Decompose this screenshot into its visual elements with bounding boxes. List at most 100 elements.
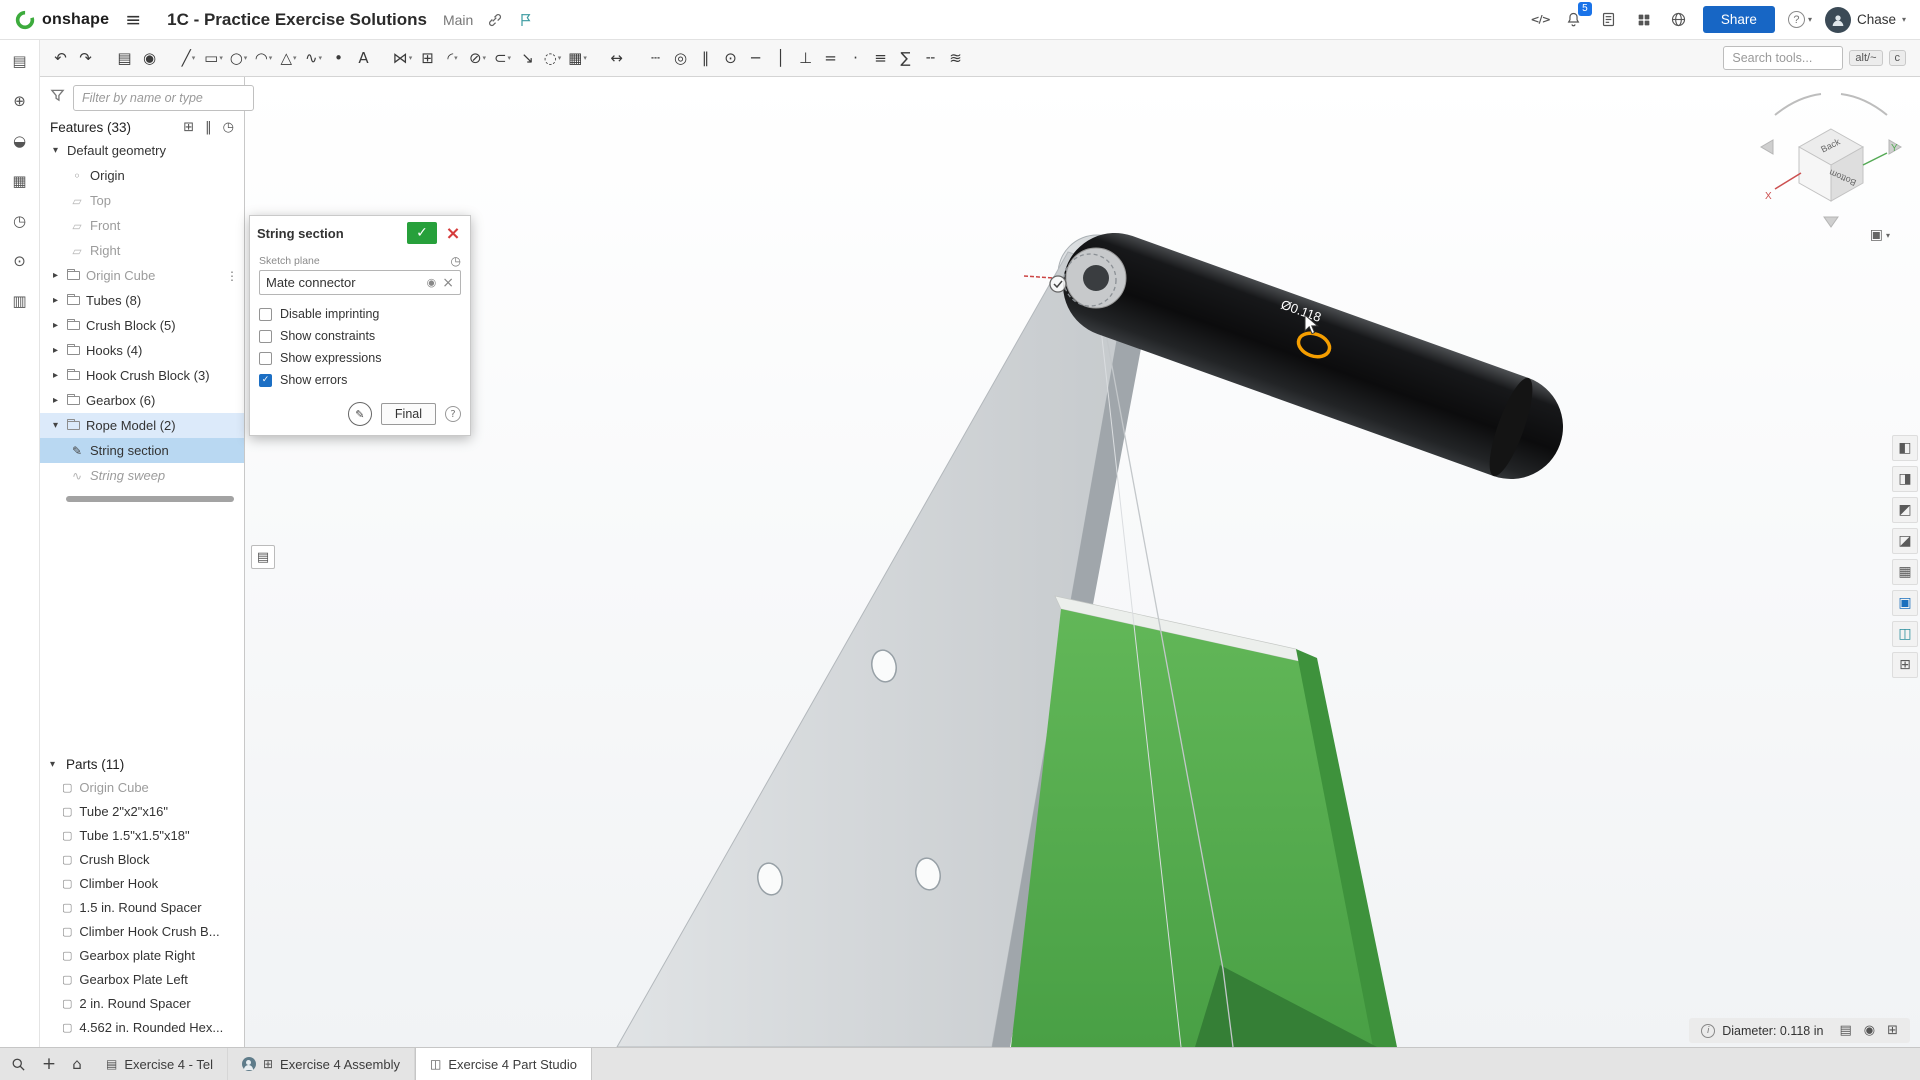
user-menu[interactable]: Chase ▾ (1825, 9, 1906, 31)
part-row-tube-2x2x16[interactable]: ▢Tube 2"x2"x16" (40, 799, 244, 823)
chevron-right-icon[interactable]: ▸ (50, 345, 61, 356)
tool-linear-pattern-button[interactable]: ⊞ (415, 43, 440, 73)
rotate-left-arrow[interactable] (1775, 94, 1821, 115)
part-green-block[interactable] (1011, 596, 1397, 1047)
checkbox-show-errors[interactable]: ✓Show errors (259, 369, 461, 391)
commit-button[interactable]: ✓ (407, 222, 437, 244)
display-panel-button[interactable]: ◪ (1892, 528, 1918, 554)
tool-arc-button[interactable]: ◠▾ (251, 43, 276, 73)
featurescript-icon[interactable]: </> (1530, 13, 1549, 26)
feature-row-tubes-folder[interactable]: ▸Tubes (8) (40, 288, 244, 313)
versions-icon[interactable]: ◷ (6, 208, 34, 234)
tool-rectangle-button[interactable]: ▭▾ (201, 43, 226, 73)
notifications-bell-icon[interactable]: 5 (1563, 9, 1585, 31)
feature-row-origin-cube-folder[interactable]: ▸Origin Cube⋮ (40, 263, 244, 288)
feature-row-origin[interactable]: ◦Origin (40, 163, 244, 188)
checkbox-box[interactable] (259, 352, 272, 365)
part-row-round-spacer-15[interactable]: ▢1.5 in. Round Spacer (40, 895, 244, 919)
home-tab-button[interactable]: ⌂ (62, 1055, 92, 1073)
part-row-gearbox-plate-left[interactable]: ▢Gearbox Plate Left (40, 967, 244, 991)
redo-button[interactable]: ↷ (73, 43, 98, 73)
feature-row-crush-block-folder[interactable]: ▸Crush Block (5) (40, 313, 244, 338)
pennant-icon[interactable] (515, 9, 537, 31)
appearance-panel-button[interactable]: ◩ (1892, 497, 1918, 523)
sketch-plane-field[interactable]: Mate connector ◉ × (259, 270, 461, 295)
part-row-tube-15x15x18[interactable]: ▢Tube 1.5"x1.5"x18" (40, 823, 244, 847)
view-cube-arrow-left[interactable] (1761, 140, 1773, 154)
tool-parallel-button[interactable]: ∥ (693, 43, 718, 73)
clock-icon[interactable]: ◷ (451, 254, 461, 268)
feature-row-hook-crush-block-folder[interactable]: ▸Hook Crush Block (3) (40, 363, 244, 388)
rollback-to-end-icon[interactable]: ‖ (205, 120, 212, 135)
chevron-right-icon[interactable]: ▸ (50, 320, 61, 331)
tab-search-button[interactable] (0, 1048, 36, 1080)
rotate-right-arrow[interactable] (1841, 94, 1887, 115)
tool-midpoint-button[interactable]: · (843, 43, 868, 73)
section-panel-button[interactable]: ◨ (1892, 466, 1918, 492)
tool-tangent-button[interactable]: ⊙ (718, 43, 743, 73)
tool-offset-button[interactable]: ⊂▾ (490, 43, 515, 73)
new-tab-button[interactable]: + (36, 1054, 62, 1074)
context-menu-icon[interactable]: ⋮ (226, 269, 238, 283)
feature-row-top-plane[interactable]: ▱Top (40, 188, 244, 213)
comments-icon[interactable]: ◒ (6, 128, 34, 154)
chevron-down-icon[interactable]: ▾ (50, 759, 62, 770)
tool-mirror-button[interactable]: ⋈▾ (390, 43, 415, 73)
tool-construction-button[interactable]: ┄ (643, 43, 668, 73)
tool-formula-button[interactable]: ∑ (893, 43, 918, 73)
tool-linestyle-button[interactable]: ╌ (918, 43, 943, 73)
tool-circular-pattern-button[interactable]: ◌▾ (540, 43, 565, 73)
tool-line-button[interactable]: ╱▾ (176, 43, 201, 73)
rollback-bar[interactable] (66, 496, 234, 502)
undo-button[interactable]: ↶ (48, 43, 73, 73)
view-cube[interactable]: Back Bottom X Y (1761, 94, 1901, 227)
tool-concentric-button[interactable]: ◎ (668, 43, 693, 73)
feature-row-right-plane[interactable]: ▱Right (40, 238, 244, 263)
filter-funnel-icon[interactable] (50, 88, 65, 108)
tool-perpendicular-button[interactable]: ⊥ (793, 43, 818, 73)
app-blue-button[interactable]: ▣ (1892, 590, 1918, 616)
measure-settings-icon[interactable]: ▤ (1839, 1023, 1851, 1038)
tool-curvature-button[interactable]: ≋ (943, 43, 968, 73)
link-icon[interactable] (483, 9, 505, 31)
part-row-gearbox-plate-right[interactable]: ▢Gearbox plate Right (40, 943, 244, 967)
part-row-climber-hook[interactable]: ▢Climber Hook (40, 871, 244, 895)
chevron-right-icon[interactable]: ▸ (50, 370, 61, 381)
checkbox-box[interactable]: ✓ (259, 374, 272, 387)
chevron-right-icon[interactable]: ▸ (50, 395, 61, 406)
tool-fillet-button[interactable]: ◜▾ (440, 43, 465, 73)
workspace-label[interactable]: Main (443, 12, 473, 28)
chevron-down-icon[interactable]: ▾ (50, 420, 61, 431)
panels-icon[interactable]: ▤ (6, 48, 34, 74)
tool-horizontal-button[interactable]: ─ (743, 43, 768, 73)
tool-polygon-button[interactable]: △▾ (276, 43, 301, 73)
feature-row-front-plane[interactable]: ▱Front (40, 213, 244, 238)
feature-row-gearbox-folder[interactable]: ▸Gearbox (6) (40, 388, 244, 413)
sketch-mode-button[interactable]: ✎ (348, 402, 372, 426)
cancel-button[interactable]: × (443, 222, 463, 244)
feature-row-string-sweep[interactable]: ∿String sweep (40, 463, 244, 488)
help-button[interactable]: ? ▾ (1788, 9, 1812, 31)
mate-connector-icon[interactable]: ◉ (427, 276, 437, 289)
view-settings-button[interactable]: ▣ ▾ (1870, 227, 1890, 243)
checkbox-show-expressions[interactable]: Show expressions (259, 347, 461, 369)
chevron-right-icon[interactable]: ▸ (50, 270, 61, 281)
insert-icon[interactable]: ⊕ (6, 88, 34, 114)
tool-table-button[interactable]: ▦▾ (565, 43, 590, 73)
feature-row-rope-model-folder[interactable]: ▾Rope Model (2) (40, 413, 244, 438)
grid-settings-icon[interactable]: ⊞ (1887, 1023, 1898, 1038)
feature-row-string-section[interactable]: ✎String section (40, 438, 244, 463)
share-button[interactable]: Share (1703, 6, 1775, 33)
tool-text-button[interactable]: A (351, 43, 376, 73)
feature-history-icon[interactable]: ◷ (223, 120, 234, 135)
final-button[interactable]: Final (381, 403, 436, 425)
tool-dimension-button[interactable]: ↔ (604, 43, 629, 73)
part-row-rounded-hex[interactable]: ▢4.562 in. Rounded Hex... (40, 1015, 244, 1039)
part-row-round-spacer-2[interactable]: ▢2 in. Round Spacer (40, 991, 244, 1015)
views-panel-button[interactable]: ◧ (1892, 435, 1918, 461)
app-teal-button[interactable]: ◫ (1892, 621, 1918, 647)
app-grid-icon[interactable] (1633, 9, 1655, 31)
tool-appearance-button[interactable]: ◉ (137, 43, 162, 73)
clear-selection-icon[interactable]: × (442, 275, 454, 291)
bom-panel-button[interactable]: ▦ (1892, 559, 1918, 585)
